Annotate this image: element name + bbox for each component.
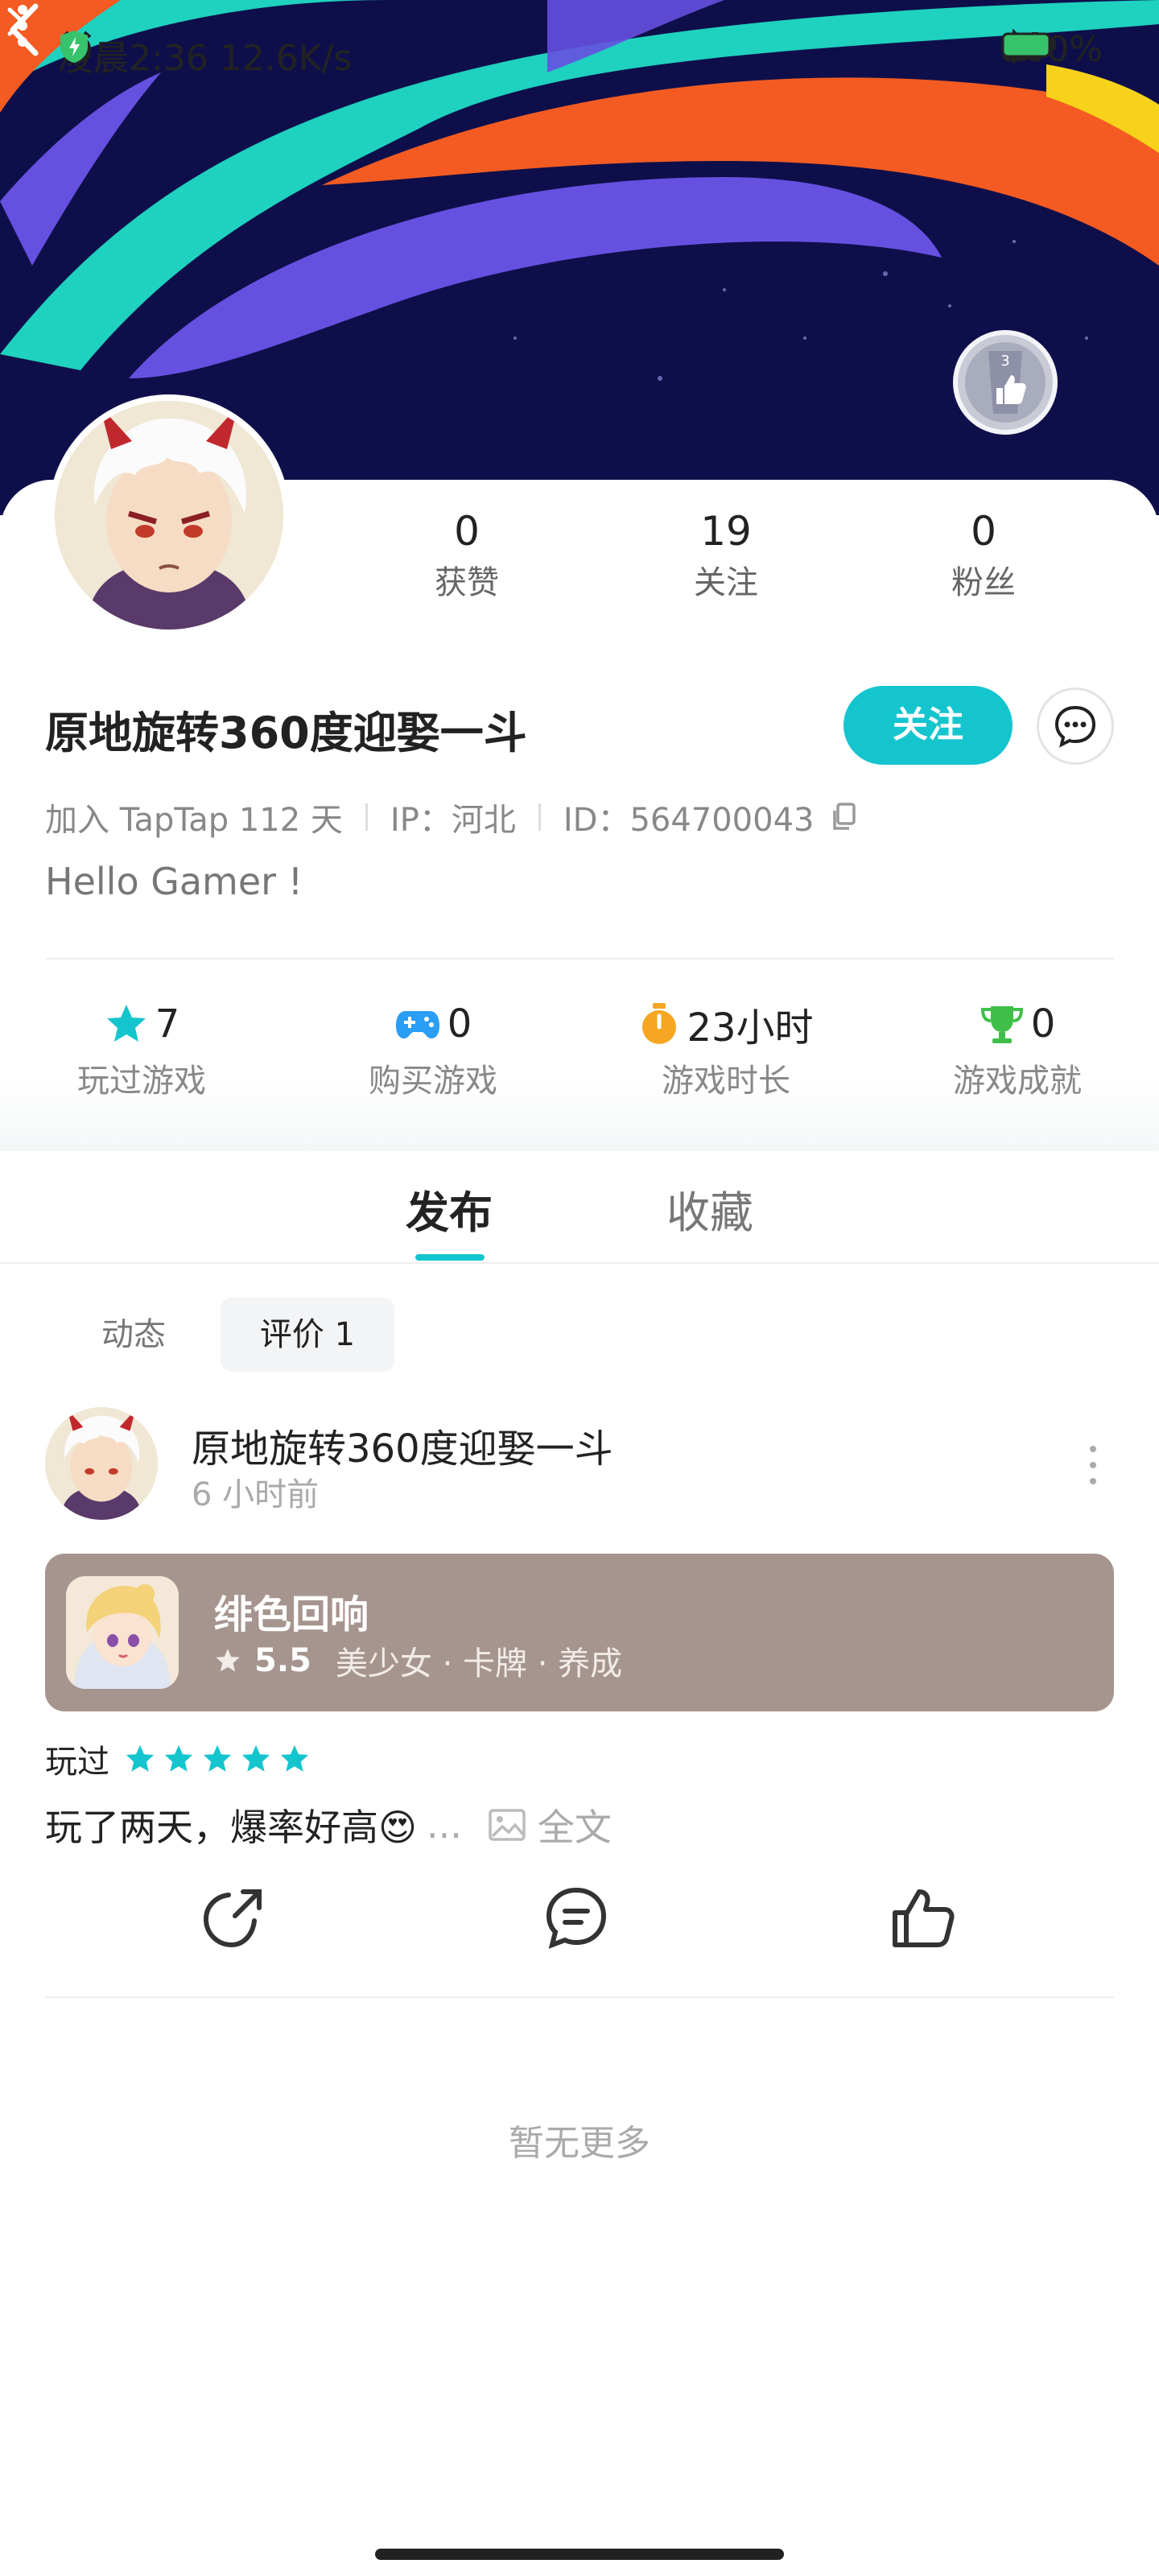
game-icon-art [66, 1576, 179, 1689]
review-rating: 玩过 [45, 1736, 311, 1782]
full-text-link[interactable]: 全文 [488, 1798, 612, 1852]
profile-meta: 加入 TapTap 112 天 IP：河北 ID：564700043 [45, 794, 862, 840]
home-indicator[interactable] [375, 2549, 784, 2560]
achievements-count: 0 [1030, 1001, 1056, 1046]
image-icon [489, 1809, 526, 1841]
rating-star-icon [203, 1744, 232, 1772]
achievements-stat[interactable]: 0 游戏成就 [905, 998, 1130, 1101]
achievements-label: 游戏成就 [953, 1063, 1082, 1100]
post-author-avatar[interactable] [45, 1407, 158, 1520]
following-label: 关注 [694, 564, 758, 601]
fans-stat[interactable]: 0 粉丝 [903, 507, 1064, 607]
game-card[interactable]: 绯色回响 5.5 美少女 · 卡牌 · 养成 [45, 1554, 1114, 1711]
game-stats: 7 玩过游戏 0 购买游戏 23小时 游戏时长 0 游戏成就 [0, 998, 1159, 1127]
likes-label: 获赞 [435, 564, 499, 601]
divider [45, 1996, 1114, 1998]
fans-count: 0 [971, 508, 996, 555]
playtime-stat[interactable]: 23小时 游戏时长 [613, 998, 839, 1101]
share-icon[interactable] [200, 1884, 267, 1951]
joined-days: 加入 TapTap 112 天 [45, 802, 343, 839]
gamepad-icon [395, 1011, 439, 1038]
played-label: 玩过 [45, 1744, 109, 1781]
following-count: 19 [700, 508, 752, 555]
post-time: 6 小时前 [192, 1476, 320, 1513]
rating-stars [124, 1743, 311, 1775]
profile-bio: Hello Gamer ! [45, 860, 303, 903]
likes-stat[interactable]: 0 获赞 [386, 507, 547, 607]
played-games-count: 7 [155, 1001, 180, 1046]
rating-star-icon [164, 1744, 193, 1772]
game-score: 5.5 [254, 1642, 311, 1679]
purchased-games-label: 购买游戏 [369, 1063, 497, 1100]
filter-activity[interactable]: 动态 [74, 1298, 193, 1372]
following-stat[interactable]: 19 关注 [645, 507, 806, 607]
purchased-games-stat[interactable]: 0 购买游戏 [320, 998, 546, 1101]
meta-separator [365, 803, 368, 831]
avatar[interactable] [48, 394, 290, 636]
filter-reviews[interactable]: 评价 1 [221, 1298, 394, 1372]
status-left: 凌晨2:36 12.6K/s [58, 29, 352, 80]
shield-app-icon [60, 31, 88, 63]
follow-button[interactable]: 关注 [843, 686, 1013, 765]
likes-count: 0 [454, 508, 480, 555]
like-icon[interactable] [889, 1884, 956, 1951]
filter-chips: 动态 评价 1 [0, 1298, 1159, 1372]
stopwatch-icon [642, 1003, 677, 1044]
status-right: 100% [1001, 29, 1103, 70]
post-more-icon[interactable] [1079, 1441, 1107, 1489]
post-avatar-art [45, 1407, 158, 1520]
rating-star-icon [280, 1744, 309, 1772]
trophy-icon [980, 1006, 1023, 1043]
badge-number: 3 [1000, 353, 1009, 369]
content-tabs: 发布 收藏 [0, 1151, 1159, 1264]
purchased-games-count: 0 [447, 1001, 472, 1046]
tab-favorites[interactable]: 收藏 [666, 1177, 753, 1241]
review-text: 玩了两天，爆率好高😍 [45, 1806, 417, 1849]
no-more-text: 暂无更多 [509, 2123, 650, 2164]
badge-chevron-icon[interactable] [0, 0, 32, 43]
level-badge[interactable]: 3 [953, 330, 1058, 435]
played-games-stat[interactable]: 7 玩过游戏 [29, 998, 254, 1101]
active-tab-indicator [415, 1254, 485, 1261]
playtime-label: 游戏时长 [662, 1063, 790, 1100]
status-time-speed: 凌晨2:36 12.6K/s [58, 38, 353, 79]
divider [45, 958, 1114, 960]
profile-username: 原地旋转360度迎娶一斗 [45, 708, 527, 758]
status-bar: 凌晨2:36 12.6K/s [0, 0, 1159, 105]
message-button[interactable] [1037, 687, 1114, 765]
user-id: ID：564700043 [563, 802, 815, 839]
star-icon [106, 1005, 146, 1042]
game-name: 绯色回响 [214, 1592, 369, 1637]
thumbs-badge-icon: 3 [965, 342, 1046, 423]
chat-bubble-icon [1054, 705, 1096, 748]
game-tags: 美少女 · 卡牌 · 养成 [335, 1645, 623, 1682]
copy-icon[interactable] [827, 799, 862, 835]
game-meta: 5.5 美少女 · 卡牌 · 养成 [214, 1637, 622, 1684]
game-icon [66, 1576, 179, 1689]
playtime-value: 23小时 [687, 1005, 814, 1051]
avatar-art [55, 401, 283, 630]
review-content[interactable]: 玩了两天，爆率好高😍 ... 全文 [45, 1798, 612, 1852]
meta-separator [538, 803, 541, 831]
played-games-label: 玩过游戏 [77, 1063, 206, 1100]
full-text-label: 全文 [537, 1806, 612, 1849]
tab-publish[interactable]: 发布 [406, 1177, 493, 1241]
fans-label: 粉丝 [951, 564, 1016, 601]
post-author-name[interactable]: 原地旋转360度迎娶一斗 [192, 1417, 613, 1473]
battery-icon [1001, 32, 1057, 58]
ip-location: IP：河北 [390, 802, 516, 839]
rating-star-icon [241, 1744, 270, 1772]
comment-icon[interactable] [542, 1884, 610, 1951]
post-actions [0, 1884, 1159, 1964]
profile-screen: 凌晨2:36 12.6K/s 3 0 获赞 19 关注 0 粉丝 原地旋转360… [0, 0, 1159, 2576]
score-star-icon [216, 1649, 240, 1672]
rating-star-icon [126, 1744, 155, 1772]
review-ellipsis: ... [426, 1803, 462, 1847]
